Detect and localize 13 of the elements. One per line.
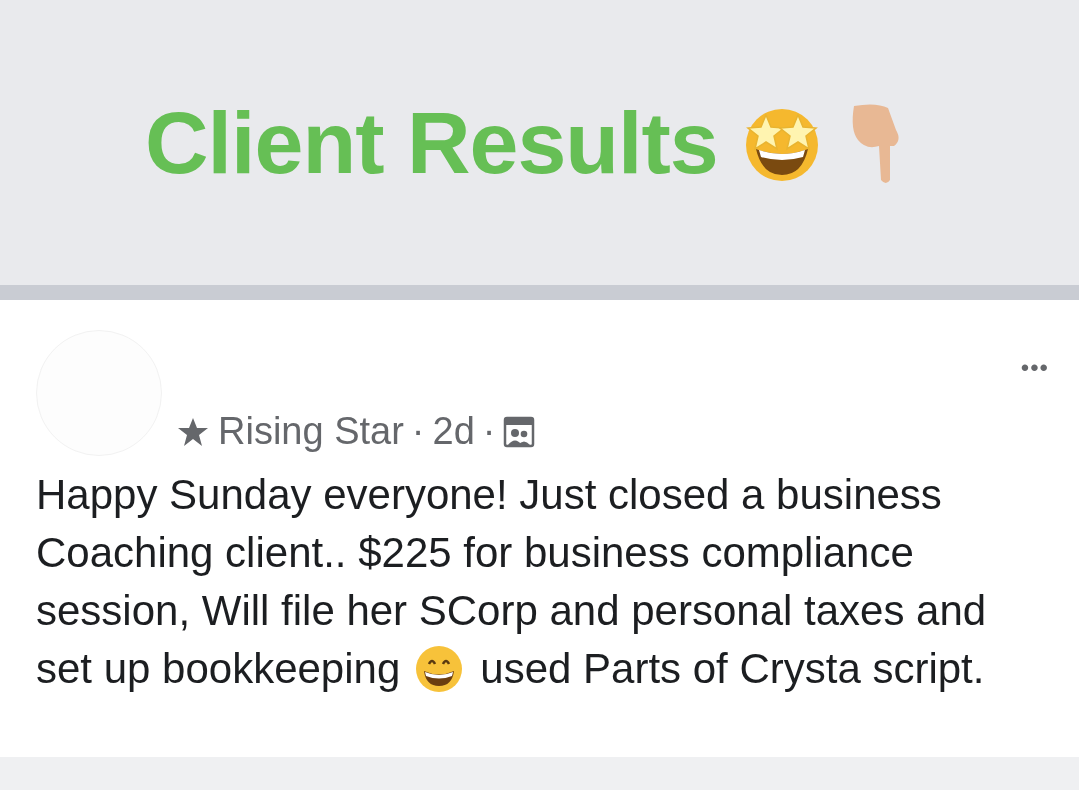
group-icon xyxy=(503,415,536,448)
post-text: set up bookkeeping xyxy=(36,644,401,694)
page-title: Client Results xyxy=(145,91,718,194)
badge-label: Rising Star xyxy=(218,410,404,453)
separator: · xyxy=(482,410,496,453)
more-options-button[interactable]: ••• xyxy=(1020,354,1049,382)
post-text: used Parts of Crysta script. xyxy=(480,644,985,694)
post-text: session, Will file her SCorp and personal taxes and xyxy=(36,586,987,636)
grinning-face-icon xyxy=(414,644,465,694)
separator: · xyxy=(411,410,425,453)
post-time[interactable]: 2d xyxy=(432,410,475,453)
post-text: Happy Sunday everyone! Just closed a business xyxy=(36,470,942,520)
post-text: Coaching client.. $225 for business compliance xyxy=(36,528,914,578)
